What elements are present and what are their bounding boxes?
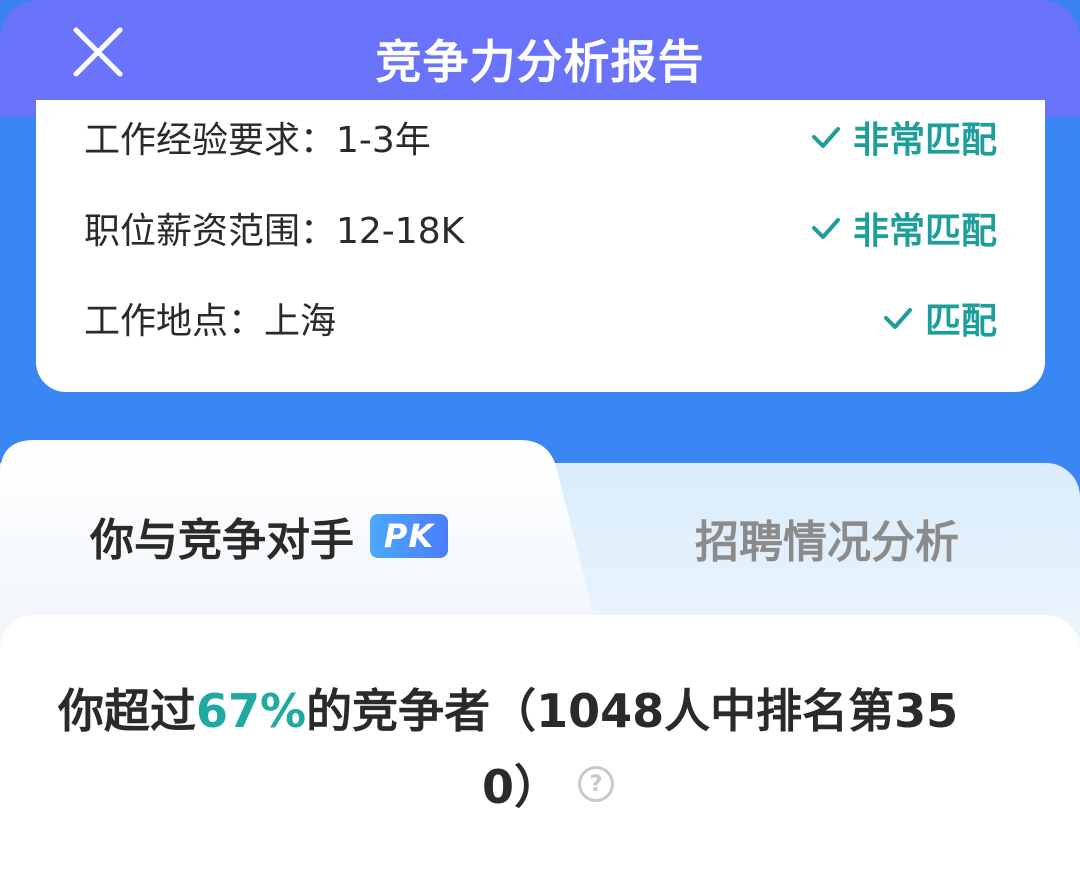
tab-competitor-text: 你与竞争对手: [90, 515, 354, 566]
match-label: 工作经验要求：1-3年: [84, 120, 431, 161]
tab-competitor-label: 你与竞争对手 PK: [90, 504, 448, 568]
match-row-salary: 职位薪资范围：12-18K 非常匹配: [84, 203, 997, 253]
result-card: 你超过67%的竞争者（1048人中排名第35 0） ?: [0, 615, 1080, 875]
match-status-text: 非常匹配: [852, 120, 997, 161]
result-middle: 的竞争者（1048人中排名第35: [306, 684, 959, 738]
close-button[interactable]: [70, 24, 126, 80]
match-status: 非常匹配: [809, 202, 997, 254]
page-title: 竞争力分析报告: [375, 34, 705, 89]
match-label: 工作地点：上海: [84, 301, 337, 342]
check-icon: [811, 127, 840, 148]
match-status: 非常匹配: [809, 111, 997, 163]
result-summary: 你超过67%的竞争者（1048人中排名第35: [58, 675, 958, 741]
help-icon[interactable]: ?: [578, 766, 615, 802]
result-suffix: 0）: [482, 760, 561, 814]
match-status-text: 非常匹配: [852, 211, 997, 252]
match-row-experience: 工作经验要求：1-3年 非常匹配: [84, 112, 997, 162]
close-icon: [73, 27, 123, 77]
result-summary-continued: 0） ?: [482, 751, 615, 817]
check-icon: [811, 218, 840, 239]
match-card: 工作经验要求：1-3年 非常匹配 职位薪资范围：12-18K 非常匹配 工作地点…: [36, 100, 1045, 392]
check-icon: [883, 308, 912, 329]
match-status-text: 匹配: [924, 301, 997, 342]
pk-badge: PK: [370, 514, 448, 558]
result-percent: 67%: [196, 684, 307, 738]
match-row-location: 工作地点：上海 匹配: [84, 293, 997, 343]
tab-bar: 你与竞争对手 PK 招聘情况分析: [0, 440, 1080, 663]
tab-recruitment-label[interactable]: 招聘情况分析: [695, 506, 959, 570]
match-status: 匹配: [881, 292, 997, 344]
tab-competitor-pk[interactable]: 你与竞争对手 PK: [0, 440, 600, 640]
result-prefix: 你超过: [58, 684, 196, 738]
match-label: 职位薪资范围：12-18K: [84, 211, 465, 252]
